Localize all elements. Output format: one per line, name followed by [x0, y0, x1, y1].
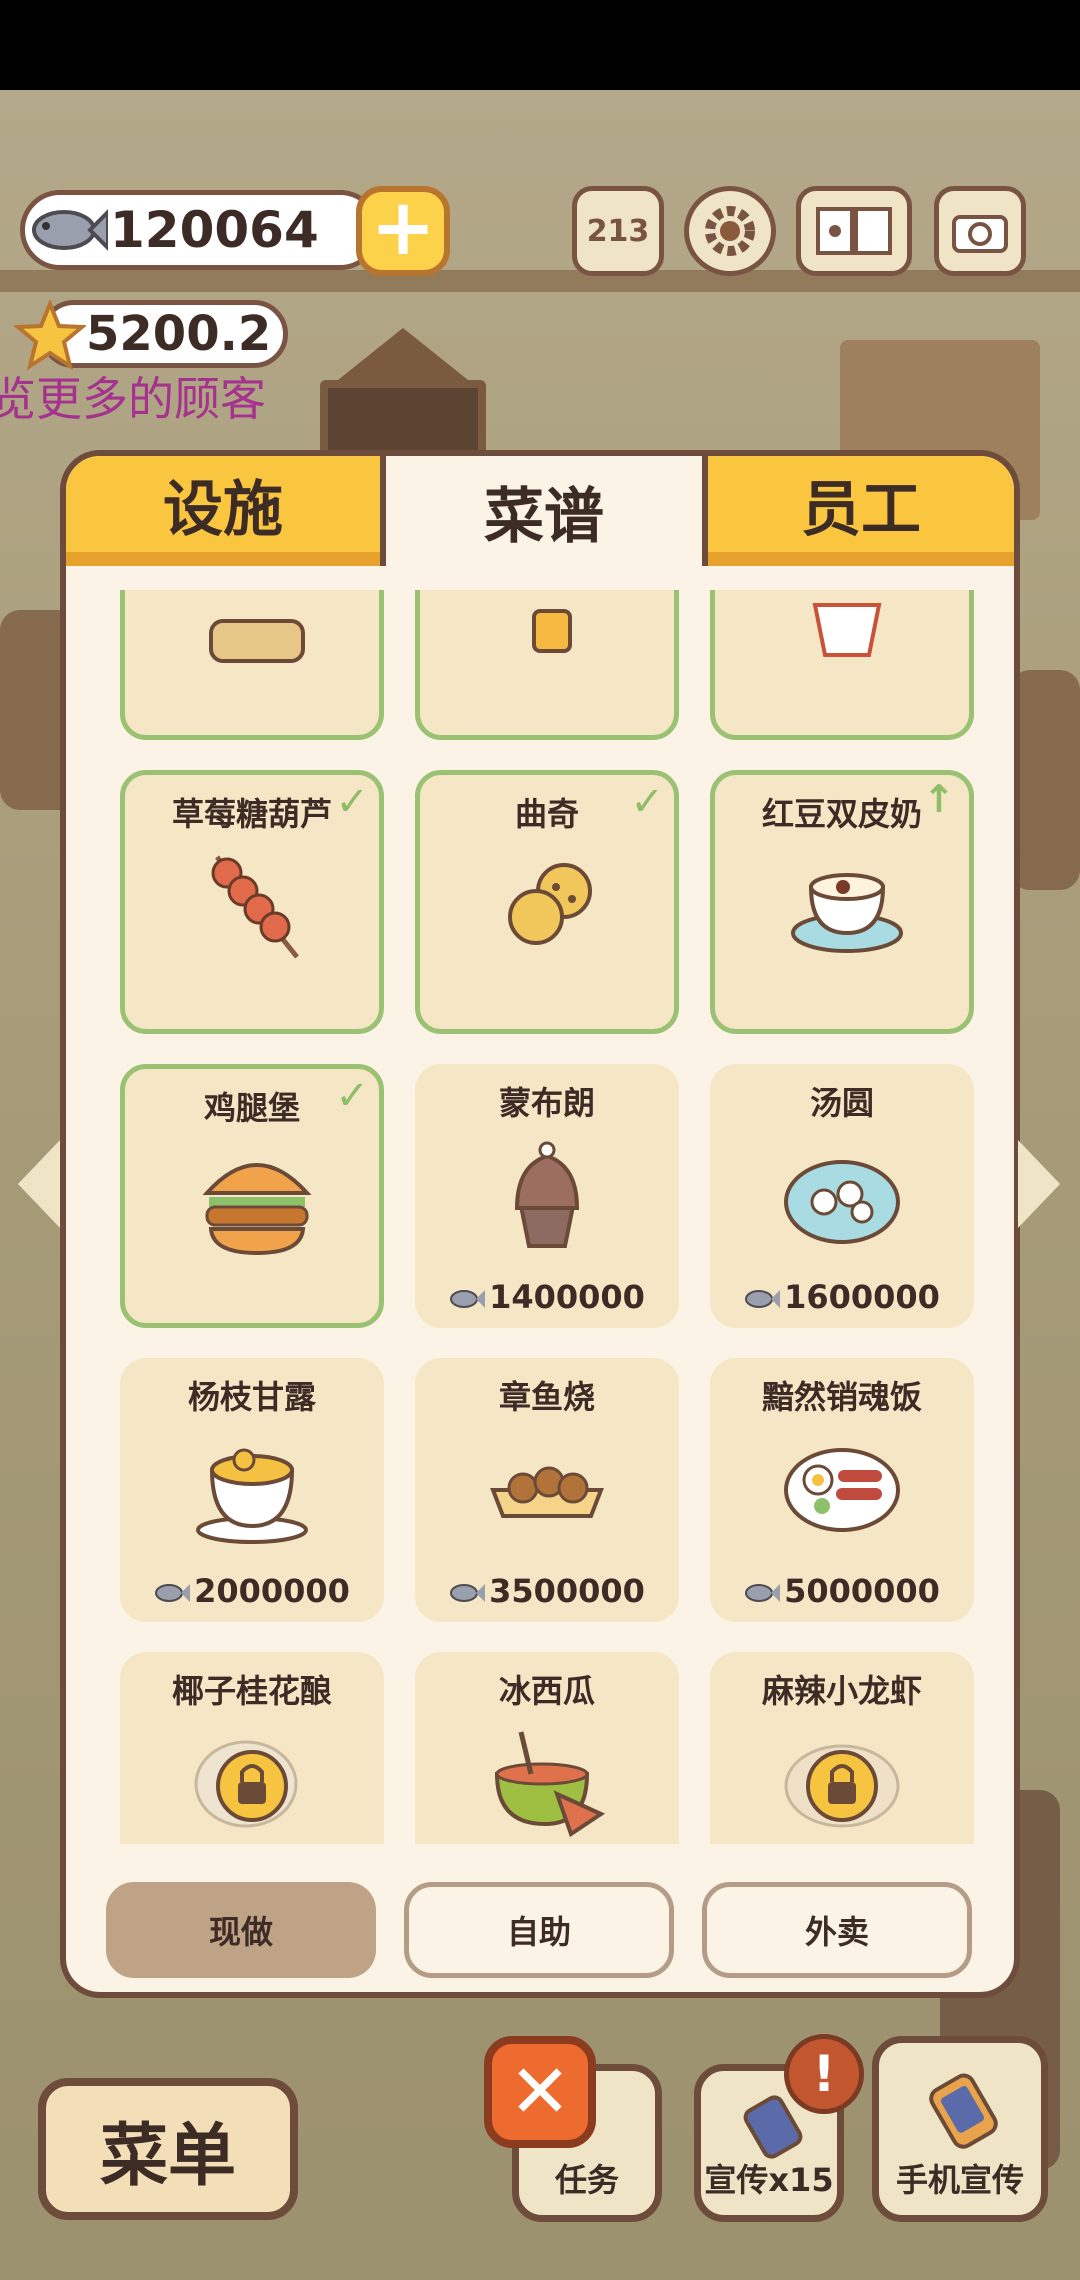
tasks-label: 任务: [554, 2161, 619, 2199]
close-button[interactable]: ✕: [484, 2036, 596, 2148]
recipe-card[interactable]: 杨枝甘露 2000000: [120, 1358, 384, 1622]
phone-promo-label: 手机宣传: [895, 2161, 1024, 2199]
popcorn-icon: [812, 603, 882, 657]
check-icon: ✓: [335, 779, 369, 825]
recipe-card[interactable]: [120, 590, 384, 740]
recipe-name: 章鱼烧: [498, 1378, 595, 1416]
fish-icon: [32, 209, 108, 251]
promo-label: 宣传x15: [704, 2161, 834, 2199]
recipe-name: 椰子桂花酿: [171, 1672, 332, 1710]
recipe-card[interactable]: 麻辣小龙虾: [710, 1652, 974, 1844]
fish-icon: [155, 1584, 191, 1602]
fish-icon: [745, 1290, 781, 1308]
juice-icon: [532, 609, 572, 653]
recipe-book-button[interactable]: [796, 186, 912, 276]
bread-icon: [209, 619, 305, 663]
recipe-card[interactable]: 草莓糖葫芦 ✓: [120, 770, 384, 1034]
wall-beam: [0, 270, 1080, 292]
menu-button[interactable]: 菜单: [38, 2078, 298, 2220]
fish-amount: 120064: [110, 201, 319, 259]
price-value: 1600000: [784, 1278, 940, 1316]
chair-decoration: [1010, 670, 1080, 890]
phone-promo-button[interactable]: 手机宣传: [872, 2036, 1048, 2222]
recipe-grid[interactable]: 草莓糖葫芦 ✓ 曲奇 ✓ 红豆双皮奶 ↑ 鸡腿堡 ✓ 蒙布朗 1400000 汤…: [66, 590, 1014, 1844]
plus-icon: +: [370, 183, 436, 273]
recipe-card[interactable]: 椰子桂花酿: [120, 1652, 384, 1844]
lock-icon: [784, 1744, 900, 1828]
ranking-icon: 213: [586, 213, 650, 249]
star-amount: 5200.2: [86, 306, 272, 362]
recipe-card[interactable]: 红豆双皮奶 ↑: [710, 770, 974, 1034]
phone-icon: [929, 2073, 998, 2149]
status-bar: [0, 0, 1080, 90]
camera-button[interactable]: [934, 186, 1026, 276]
recipe-name: 汤圆: [809, 1084, 874, 1122]
takoyaki-icon: [490, 1466, 604, 1518]
cookie-icon: [508, 863, 592, 945]
burger-icon: [202, 1163, 312, 1256]
recipe-name: 杨枝甘露: [187, 1378, 316, 1416]
star-icon: [14, 300, 86, 370]
watermelon-icon: [494, 1731, 606, 1838]
recipe-card[interactable]: 曲奇 ✓: [415, 770, 679, 1034]
price-value: 5000000: [784, 1572, 940, 1610]
arrow-right-icon[interactable]: [1018, 1140, 1060, 1228]
recipe-name: 黯然销魂饭: [761, 1378, 922, 1416]
camera-icon: [952, 215, 1008, 253]
recipe-name: 蒙布朗: [498, 1084, 595, 1122]
recipe-price: 1600000: [710, 1278, 974, 1316]
check-icon: ✓: [630, 779, 664, 825]
recipe-card[interactable]: 冰西瓜: [415, 1652, 679, 1844]
recipe-price: 3500000: [415, 1572, 679, 1610]
mango-dessert-icon: [196, 1448, 308, 1544]
ranking-button[interactable]: 213: [572, 186, 664, 276]
tangyuan-icon: [784, 1160, 900, 1244]
upgrade-arrow-icon: ↑: [923, 777, 955, 821]
tab-takeout[interactable]: 外卖: [702, 1882, 972, 1978]
check-icon: ✓: [335, 1073, 369, 1119]
gear-icon: [705, 206, 755, 256]
lock-icon: [194, 1740, 298, 1828]
settings-button[interactable]: [684, 186, 776, 276]
tanghulu-icon: [211, 855, 299, 959]
price-value: 3500000: [489, 1572, 645, 1610]
recipe-price: 2000000: [120, 1572, 384, 1610]
recipe-card[interactable]: [415, 590, 679, 740]
add-fish-button[interactable]: +: [356, 186, 450, 276]
fish-icon: [450, 1584, 486, 1602]
rice-bowl-icon: [784, 1448, 900, 1532]
mont-blanc-icon: [514, 1141, 580, 1248]
recipe-card[interactable]: 鸡腿堡 ✓: [120, 1064, 384, 1328]
hint-text: 览更多的顾客: [0, 372, 266, 426]
fish-icon: [745, 1584, 781, 1602]
tab-facilities[interactable]: 设施: [66, 456, 380, 566]
recipe-name: 麻辣小龙虾: [761, 1672, 922, 1710]
tab-made-to-order[interactable]: 现做: [106, 1882, 376, 1978]
recipe-price: 1400000: [415, 1278, 679, 1316]
recipe-panel: 设施 菜谱 员工 草莓糖葫芦 ✓ 曲奇 ✓ 红豆双皮奶 ↑ 鸡腿堡 ✓ 蒙布朗 …: [60, 450, 1020, 1998]
tab-self-service[interactable]: 自助: [404, 1882, 674, 1978]
book-icon: [816, 207, 892, 255]
price-value: 2000000: [194, 1572, 350, 1610]
recipe-card[interactable]: 黯然销魂饭 5000000: [710, 1358, 974, 1622]
fish-icon: [450, 1290, 486, 1308]
alert-badge: !: [784, 2034, 864, 2114]
recipe-card[interactable]: 章鱼烧 3500000: [415, 1358, 679, 1622]
recipe-price: 5000000: [710, 1572, 974, 1610]
recipe-card[interactable]: 汤圆 1600000: [710, 1064, 974, 1328]
tab-staff[interactable]: 员工: [708, 456, 1014, 566]
recipe-card[interactable]: [710, 590, 974, 740]
recipe-card[interactable]: 蒙布朗 1400000: [415, 1064, 679, 1328]
recipe-name: 冰西瓜: [498, 1672, 595, 1710]
tab-recipes[interactable]: 菜谱: [386, 456, 702, 566]
milk-pudding-icon: [791, 873, 903, 953]
price-value: 1400000: [489, 1278, 645, 1316]
arrow-left-icon[interactable]: [18, 1140, 60, 1228]
